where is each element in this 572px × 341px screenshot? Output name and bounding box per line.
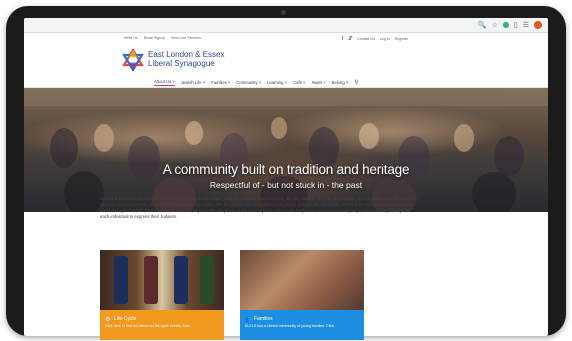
nav-item-community[interactable]: Community ˅: [236, 79, 261, 86]
nav-label: Cafe: [293, 79, 302, 85]
bookmark-icon[interactable]: ☰: [523, 22, 529, 29]
star-of-david-logo-icon[interactable]: [122, 49, 144, 71]
torah-scrolls-image: [100, 250, 224, 310]
website: Write Us Email Signup View Live Services…: [24, 33, 548, 212]
logo-line-2: Liberal Synagogue: [148, 59, 215, 68]
logo-row: East London & Essex Liberal Synagogue: [24, 45, 548, 77]
search-icon[interactable]: ⚲: [354, 79, 358, 86]
hero-subtitle: Respectful of - but not stuck in - the p…: [209, 180, 363, 190]
nav-item-families[interactable]: Families ˅: [211, 79, 230, 86]
nav-label: Families: [211, 79, 227, 85]
nav-item-jewish-life[interactable]: Jewish Life ˅: [181, 79, 205, 86]
nav-label: Community: [236, 79, 258, 85]
facebook-icon[interactable]: f: [342, 36, 343, 42]
crowd-photo: [24, 88, 548, 212]
card-families[interactable]: 👥 Families ELELS has a vibrant community…: [240, 250, 364, 340]
families-image: [240, 250, 364, 310]
card-title: Families: [254, 316, 273, 322]
card-description: ELELS has a vibrant community of young f…: [245, 324, 334, 328]
twitter-icon[interactable]: 𝓣: [348, 36, 352, 42]
star-icon[interactable]: ☆: [492, 22, 498, 29]
register-link[interactable]: Register: [395, 37, 408, 41]
hero-banner: A community built on tradition and herit…: [24, 88, 548, 212]
nav-item-learning[interactable]: Learning ˅: [267, 79, 287, 86]
extension-green-icon[interactable]: [502, 22, 509, 28]
nav-item-cafe[interactable]: Cafe ˅: [293, 79, 305, 86]
site-logo-text[interactable]: East London & Essex Liberal Synagogue: [148, 50, 225, 68]
nav-items: About Us ˅ Jewish Life ˅ Families ˅ Comm…: [154, 78, 359, 86]
nav-item-belong[interactable]: Belong ˅: [332, 79, 349, 86]
topbar-link[interactable]: Write Us: [124, 36, 138, 40]
search-icon[interactable]: 🔍: [478, 22, 487, 29]
topbar-link[interactable]: Email Signup: [144, 36, 165, 40]
camera-dot: [281, 10, 286, 15]
nav-label: Jewish Life: [180, 79, 202, 85]
nav-item-about[interactable]: About Us ˅: [154, 78, 175, 86]
topbar-link[interactable]: View Live Services: [171, 36, 201, 40]
card-description: Click here to find out about our life-cy…: [105, 324, 190, 328]
topbar-left-links: Write Us Email Signup View Live Services: [124, 36, 201, 40]
nav-label: Belong: [331, 79, 345, 85]
nav-label: News: [311, 79, 323, 85]
main-nav: About Us ˅ Jewish Life ˅ Families ˅ Comm…: [24, 77, 548, 88]
card-footer: 👥 Families ELELS has a vibrant community…: [240, 310, 364, 340]
login-link[interactable]: Log in: [380, 37, 390, 41]
card-title: Life-Cycle: [114, 316, 137, 322]
browser-toolbar: 🔍 ☆ ▯ ☰: [24, 18, 548, 33]
card-life-cycle[interactable]: ⚙ Life-Cycle Click here to find out abou…: [100, 250, 224, 340]
people-icon: 👥: [245, 317, 253, 323]
logo-line-1: East London & Essex: [148, 50, 225, 59]
intro-paragraph: ELELS is a community as well as a congre…: [100, 196, 418, 219]
feature-cards: ⚙ Life-Cycle Click here to find out abou…: [100, 250, 364, 340]
profile-avatar[interactable]: [534, 21, 542, 29]
gear-icon: ⚙: [105, 317, 111, 323]
hero-title: A community built on tradition and herit…: [162, 162, 410, 177]
nav-label: About Us: [154, 79, 172, 84]
contact-link[interactable]: Contact Us: [357, 37, 375, 41]
topbar-right-links: f 𝓣 Contact Us Log in Register: [342, 36, 408, 42]
puzzle-icon[interactable]: ▯: [514, 22, 518, 29]
card-footer: ⚙ Life-Cycle Click here to find out abou…: [100, 310, 224, 340]
nav-label: Learning: [267, 79, 284, 85]
nav-item-news[interactable]: News ˅: [312, 79, 326, 86]
site-topbar: Write Us Email Signup View Live Services…: [24, 33, 548, 45]
